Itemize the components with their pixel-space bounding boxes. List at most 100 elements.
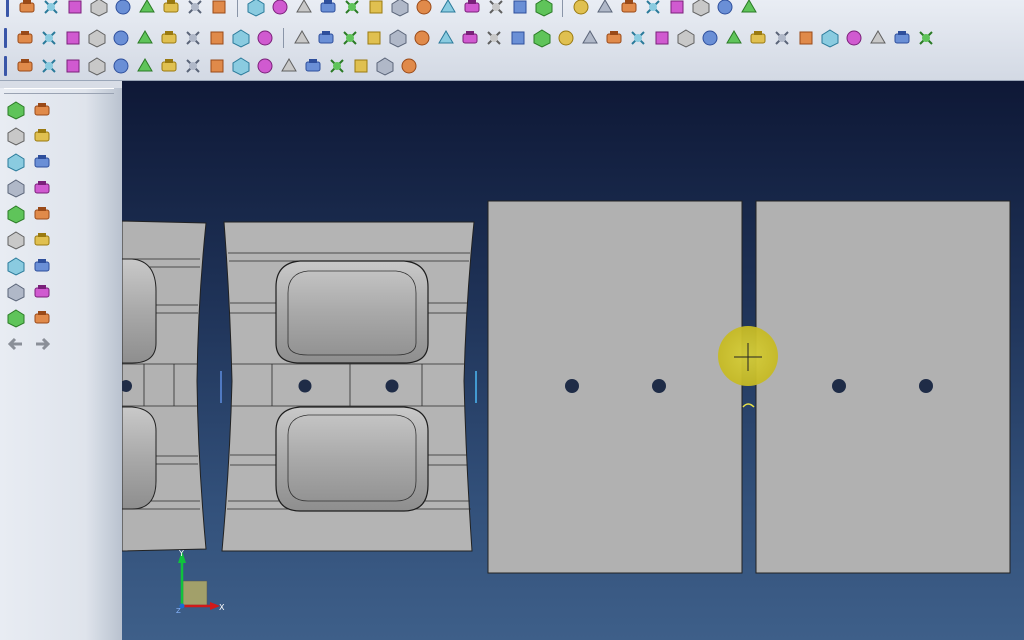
corner-icon[interactable] (32, 126, 52, 146)
boolean-icon[interactable] (796, 28, 816, 48)
skew-icon[interactable] (556, 28, 576, 48)
trim-icon[interactable] (916, 28, 936, 48)
block-icon[interactable] (508, 28, 528, 48)
back-arrow-icon[interactable] (6, 334, 26, 354)
surface-cut-icon[interactable] (183, 56, 203, 76)
loft-icon[interactable] (604, 28, 624, 48)
fillet-icon[interactable] (724, 28, 744, 48)
transform-icon[interactable] (318, 0, 338, 17)
dimension-icon[interactable] (32, 256, 52, 276)
surface-icon[interactable] (15, 56, 35, 76)
toolbar-grip[interactable] (6, 0, 9, 17)
union-icon[interactable] (820, 28, 840, 48)
toolbar-grip[interactable] (4, 28, 7, 48)
sphere-icon[interactable] (388, 28, 408, 48)
mesh-icon[interactable] (643, 0, 663, 17)
subtract-icon[interactable] (844, 28, 864, 48)
cube-front-icon[interactable] (462, 0, 482, 17)
ring-icon[interactable] (436, 28, 456, 48)
part-copy-icon[interactable] (183, 28, 203, 48)
offset-icon[interactable] (700, 28, 720, 48)
zoom-icon[interactable] (185, 0, 205, 17)
sweep-icon[interactable] (628, 28, 648, 48)
new-file-icon[interactable] (17, 0, 37, 17)
surface-blend-icon[interactable] (63, 56, 83, 76)
panel-icon[interactable] (32, 204, 52, 224)
cube-back-icon[interactable] (486, 0, 506, 17)
paint-icon[interactable] (6, 204, 26, 224)
select-icon[interactable] (246, 0, 266, 17)
render-icon[interactable] (619, 0, 639, 17)
surface-link-icon[interactable] (231, 56, 251, 76)
measure-icon[interactable] (270, 0, 290, 17)
cube-icon[interactable] (292, 28, 312, 48)
ring-green-icon[interactable] (460, 28, 480, 48)
surface-diamond-icon[interactable] (87, 56, 107, 76)
split-icon[interactable] (892, 28, 912, 48)
extrude-icon[interactable] (580, 28, 600, 48)
trash-icon[interactable] (6, 282, 26, 302)
forward-arrow-icon[interactable] (32, 334, 52, 354)
folder-icon[interactable] (32, 308, 52, 328)
shade-icon[interactable] (595, 0, 615, 17)
zoom-fit-icon[interactable] (6, 100, 26, 120)
surface-mesh-icon[interactable] (351, 56, 371, 76)
save-icon[interactable] (89, 0, 109, 17)
surface-solid-icon[interactable] (303, 56, 323, 76)
part-move-icon[interactable] (207, 28, 227, 48)
cube-green-icon[interactable] (438, 0, 458, 17)
flat-blank-left[interactable] (487, 200, 743, 574)
part-assembly-icon[interactable] (87, 28, 107, 48)
bounding-icon[interactable] (6, 126, 26, 146)
open-file-icon[interactable] (41, 0, 61, 17)
surface-stack-icon[interactable] (279, 56, 299, 76)
align-icon[interactable] (6, 178, 26, 198)
cube-solid-icon[interactable] (510, 0, 530, 17)
solid-cube-icon[interactable] (32, 230, 52, 250)
block-alt-icon[interactable] (532, 28, 552, 48)
revolve-icon[interactable] (652, 28, 672, 48)
cylinder-tall-icon[interactable] (340, 28, 360, 48)
surface-seam-icon[interactable] (399, 56, 419, 76)
fix-h2-icon[interactable] (111, 56, 131, 76)
filter-icon[interactable] (691, 0, 711, 17)
surface-face-icon[interactable] (255, 56, 275, 76)
intersect-icon[interactable] (868, 28, 888, 48)
surface-node-icon[interactable] (327, 56, 347, 76)
section-icon[interactable] (772, 28, 792, 48)
part-box-icon[interactable] (15, 28, 35, 48)
formed-part-left[interactable] (122, 220, 207, 552)
help-icon[interactable] (6, 256, 26, 276)
view-list-icon[interactable] (571, 0, 591, 17)
cylinder-icon[interactable] (316, 28, 336, 48)
wire-box-icon[interactable] (366, 0, 386, 17)
pick-icon[interactable] (32, 100, 52, 120)
3d-viewport[interactable]: Y X Z (122, 81, 1024, 640)
formed-part-center[interactable] (220, 221, 477, 552)
left-toolbar-grip[interactable] (4, 88, 114, 94)
torus-icon[interactable] (412, 28, 432, 48)
pan-icon[interactable] (342, 0, 362, 17)
cube-outline-icon[interactable] (414, 0, 434, 17)
part-delete-icon[interactable] (231, 28, 251, 48)
part-link-icon[interactable] (159, 28, 179, 48)
open-folder-icon[interactable] (65, 0, 85, 17)
part-stack-icon[interactable] (135, 28, 155, 48)
part-property-icon[interactable] (255, 28, 275, 48)
import-icon[interactable] (137, 0, 157, 17)
shell-icon[interactable] (484, 28, 504, 48)
edit-icon[interactable] (32, 152, 52, 172)
filter-icon[interactable] (6, 308, 26, 328)
surface-roll-icon[interactable] (207, 56, 227, 76)
chain-icon[interactable] (667, 0, 687, 17)
surface-network-icon[interactable] (375, 56, 395, 76)
part-tool-icon[interactable] (111, 28, 131, 48)
part-yellow-icon[interactable] (63, 28, 83, 48)
mirror-icon[interactable] (676, 28, 696, 48)
rotate-icon[interactable] (294, 0, 314, 17)
chamfer-icon[interactable] (748, 28, 768, 48)
surface-flip-icon[interactable] (135, 56, 155, 76)
display-icon[interactable] (209, 0, 229, 17)
surface-patch-icon[interactable] (39, 56, 59, 76)
part-blue-icon[interactable] (39, 28, 59, 48)
